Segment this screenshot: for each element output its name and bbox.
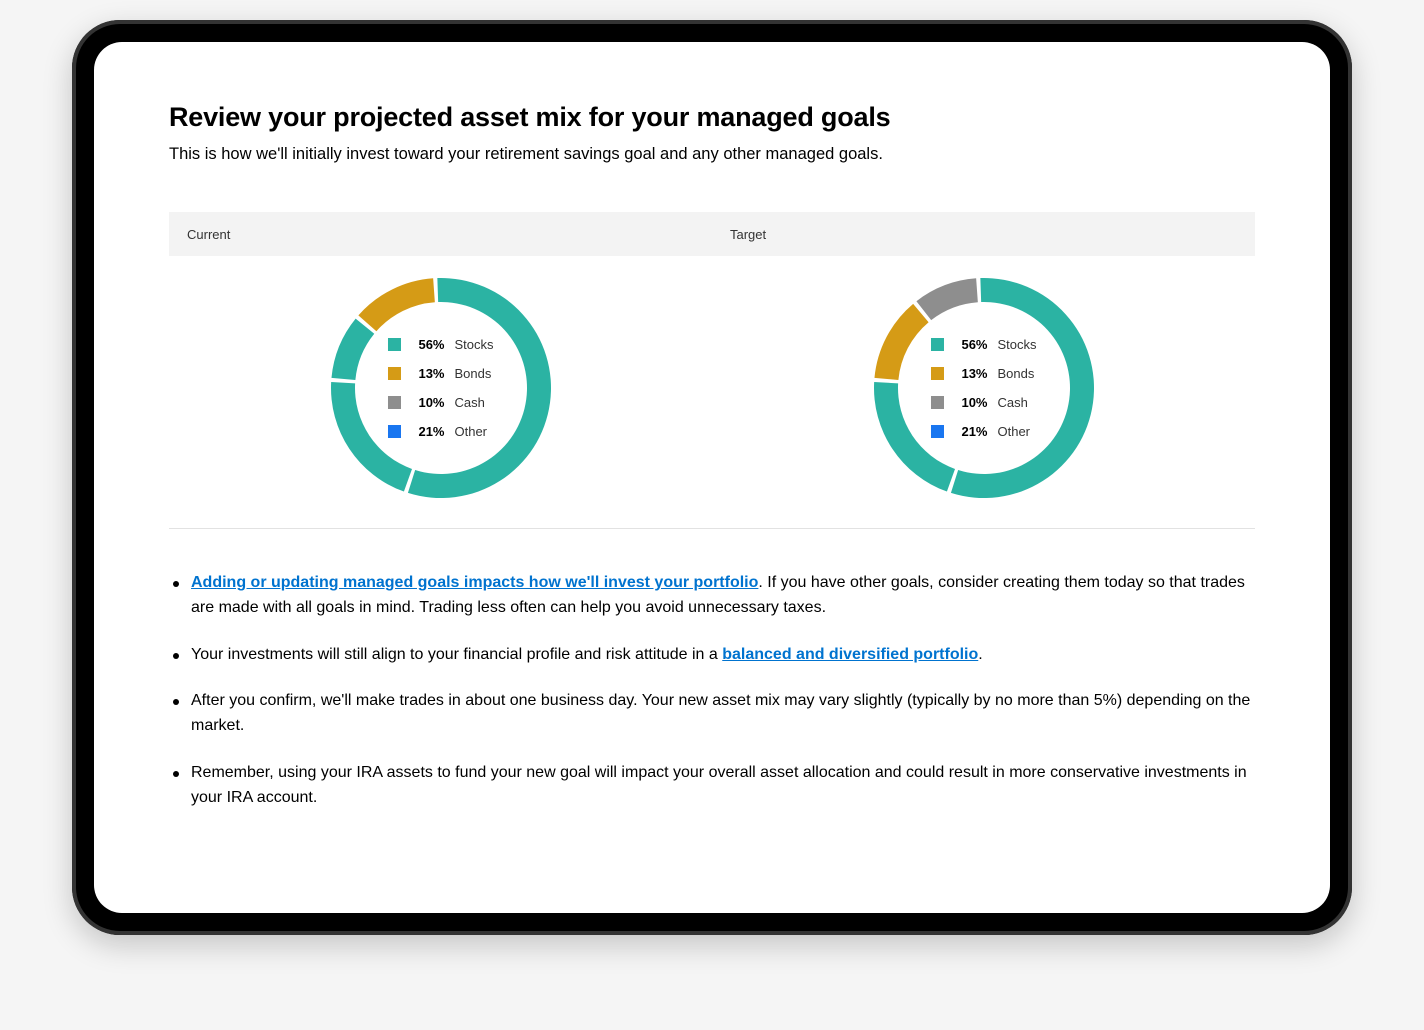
legend-pct-cash: 10% xyxy=(410,395,444,410)
chart-current-col: 56% Stocks 13% Bonds 10% Cash xyxy=(169,276,712,500)
legend-current: 56% Stocks 13% Bonds 10% Cash xyxy=(387,330,493,446)
donut-target: 56% Stocks 13% Bonds 10% Cash xyxy=(872,276,1096,500)
link-managed-goals[interactable]: Adding or updating managed goals impacts… xyxy=(191,574,758,591)
legend-label-stocks: Stocks xyxy=(997,337,1036,352)
legend-label-bonds: Bonds xyxy=(454,366,491,381)
legend-pct-cash: 10% xyxy=(953,395,987,410)
bullet-2-post: . xyxy=(978,646,982,663)
swatch-stocks xyxy=(930,338,943,351)
bullet-1: Adding or updating managed goals impacts… xyxy=(173,571,1255,621)
legend-label-other: Other xyxy=(454,424,487,439)
legend-row-stocks: 56% Stocks xyxy=(930,330,1036,359)
charts-row: 56% Stocks 13% Bonds 10% Cash xyxy=(169,256,1255,529)
legend-pct-stocks: 56% xyxy=(410,337,444,352)
info-bullets: Adding or updating managed goals impacts… xyxy=(169,571,1255,811)
legend-row-cash: 10% Cash xyxy=(930,388,1036,417)
bullet-2-pre: Your investments will still align to you… xyxy=(191,646,722,663)
swatch-stocks xyxy=(387,338,400,351)
legend-row-other: 21% Other xyxy=(387,417,493,446)
legend-row-bonds: 13% Bonds xyxy=(930,359,1036,388)
legend-pct-other: 21% xyxy=(953,424,987,439)
tablet-frame: Review your projected asset mix for your… xyxy=(72,20,1352,935)
legend-row-other: 21% Other xyxy=(930,417,1036,446)
legend-row-stocks: 56% Stocks xyxy=(387,330,493,359)
bullet-4: Remember, using your IRA assets to fund … xyxy=(173,761,1255,811)
legend-pct-bonds: 13% xyxy=(410,366,444,381)
bullet-3: After you confirm, we'll make trades in … xyxy=(173,689,1255,739)
legend-row-bonds: 13% Bonds xyxy=(387,359,493,388)
legend-row-cash: 10% Cash xyxy=(387,388,493,417)
chart-target-col: 56% Stocks 13% Bonds 10% Cash xyxy=(712,276,1255,500)
donut-segment-cash xyxy=(916,278,977,320)
link-balanced-portfolio[interactable]: balanced and diversified portfolio xyxy=(722,646,978,663)
legend-target: 56% Stocks 13% Bonds 10% Cash xyxy=(930,330,1036,446)
donut-segment-bonds xyxy=(358,278,434,331)
legend-label-cash: Cash xyxy=(997,395,1027,410)
legend-label-stocks: Stocks xyxy=(454,337,493,352)
legend-label-other: Other xyxy=(997,424,1030,439)
chart-header-row: Current Target xyxy=(169,212,1255,256)
swatch-bonds xyxy=(930,367,943,380)
legend-pct-other: 21% xyxy=(410,424,444,439)
page-title: Review your projected asset mix for your… xyxy=(169,102,1255,133)
bullet-2: Your investments will still align to you… xyxy=(173,643,1255,668)
swatch-other xyxy=(387,425,400,438)
legend-label-bonds: Bonds xyxy=(997,366,1034,381)
swatch-other xyxy=(930,425,943,438)
donut-segment-bonds xyxy=(874,304,928,380)
header-target: Target xyxy=(712,227,1255,242)
donut-current: 56% Stocks 13% Bonds 10% Cash xyxy=(329,276,553,500)
legend-pct-bonds: 13% xyxy=(953,366,987,381)
donut-segment-cash xyxy=(331,319,374,380)
page-subtitle: This is how we'll initially invest towar… xyxy=(169,145,1255,164)
screen: Review your projected asset mix for your… xyxy=(94,42,1330,913)
legend-pct-stocks: 56% xyxy=(953,337,987,352)
swatch-bonds xyxy=(387,367,400,380)
header-current: Current xyxy=(169,227,712,242)
swatch-cash xyxy=(930,396,943,409)
swatch-cash xyxy=(387,396,400,409)
legend-label-cash: Cash xyxy=(454,395,484,410)
